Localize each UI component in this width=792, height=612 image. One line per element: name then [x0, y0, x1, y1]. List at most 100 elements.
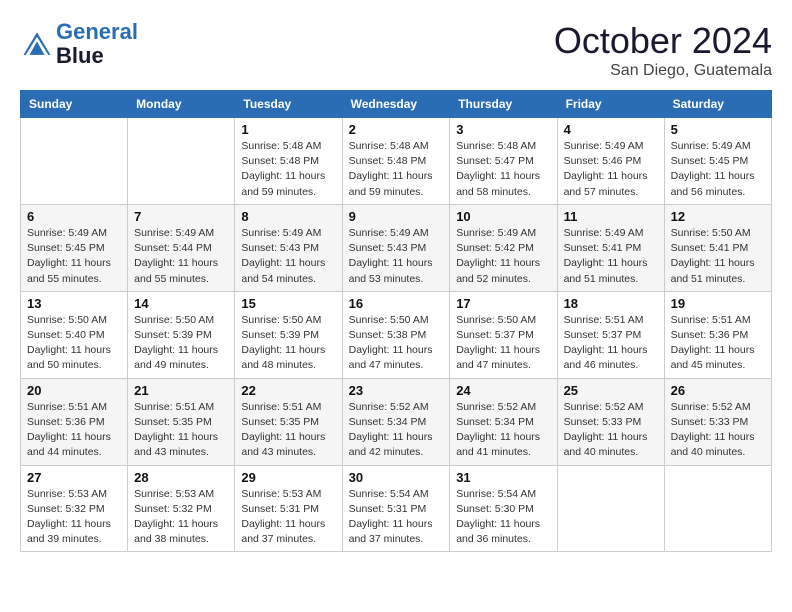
calendar-cell: 20 Sunrise: 5:51 AMSunset: 5:36 PMDaylig…: [21, 378, 128, 465]
day-info: Sunrise: 5:49 AMSunset: 5:44 PMDaylight:…: [134, 226, 228, 287]
calendar-cell: 2 Sunrise: 5:48 AMSunset: 5:48 PMDayligh…: [342, 118, 450, 205]
calendar-cell: 16 Sunrise: 5:50 AMSunset: 5:38 PMDaylig…: [342, 291, 450, 378]
day-number: 31: [456, 470, 550, 485]
day-number: 12: [671, 209, 765, 224]
weekday-header-cell: Sunday: [21, 91, 128, 118]
day-info: Sunrise: 5:48 AMSunset: 5:48 PMDaylight:…: [241, 139, 335, 200]
calendar-cell: 24 Sunrise: 5:52 AMSunset: 5:34 PMDaylig…: [450, 378, 557, 465]
day-number: 22: [241, 383, 335, 398]
day-info: Sunrise: 5:49 AMSunset: 5:42 PMDaylight:…: [456, 226, 550, 287]
day-number: 21: [134, 383, 228, 398]
calendar-cell: 19 Sunrise: 5:51 AMSunset: 5:36 PMDaylig…: [664, 291, 771, 378]
day-number: 1: [241, 122, 335, 137]
title-block: October 2024 San Diego, Guatemala: [554, 20, 772, 80]
location: San Diego, Guatemala: [554, 62, 772, 80]
calendar-cell: 4 Sunrise: 5:49 AMSunset: 5:46 PMDayligh…: [557, 118, 664, 205]
day-number: 28: [134, 470, 228, 485]
weekday-header-row: SundayMondayTuesdayWednesdayThursdayFrid…: [21, 91, 772, 118]
weekday-header-cell: Tuesday: [235, 91, 342, 118]
weekday-header-cell: Friday: [557, 91, 664, 118]
calendar-cell: 9 Sunrise: 5:49 AMSunset: 5:43 PMDayligh…: [342, 204, 450, 291]
calendar-cell: 13 Sunrise: 5:50 AMSunset: 5:40 PMDaylig…: [21, 291, 128, 378]
day-number: 3: [456, 122, 550, 137]
day-number: 16: [349, 296, 444, 311]
calendar-cell: 7 Sunrise: 5:49 AMSunset: 5:44 PMDayligh…: [128, 204, 235, 291]
day-info: Sunrise: 5:50 AMSunset: 5:40 PMDaylight:…: [27, 313, 121, 374]
calendar-cell: 27 Sunrise: 5:53 AMSunset: 5:32 PMDaylig…: [21, 465, 128, 552]
day-number: 27: [27, 470, 121, 485]
calendar-cell: 22 Sunrise: 5:51 AMSunset: 5:35 PMDaylig…: [235, 378, 342, 465]
calendar-week-row: 1 Sunrise: 5:48 AMSunset: 5:48 PMDayligh…: [21, 118, 772, 205]
calendar-cell: [557, 465, 664, 552]
calendar-cell: 15 Sunrise: 5:50 AMSunset: 5:39 PMDaylig…: [235, 291, 342, 378]
calendar-cell: 30 Sunrise: 5:54 AMSunset: 5:31 PMDaylig…: [342, 465, 450, 552]
day-number: 9: [349, 209, 444, 224]
calendar-cell: 28 Sunrise: 5:53 AMSunset: 5:32 PMDaylig…: [128, 465, 235, 552]
day-number: 7: [134, 209, 228, 224]
calendar-cell: 17 Sunrise: 5:50 AMSunset: 5:37 PMDaylig…: [450, 291, 557, 378]
day-number: 26: [671, 383, 765, 398]
day-info: Sunrise: 5:51 AMSunset: 5:36 PMDaylight:…: [671, 313, 765, 374]
calendar-week-row: 27 Sunrise: 5:53 AMSunset: 5:32 PMDaylig…: [21, 465, 772, 552]
day-number: 11: [564, 209, 658, 224]
calendar-cell: 25 Sunrise: 5:52 AMSunset: 5:33 PMDaylig…: [557, 378, 664, 465]
logo-icon: [22, 29, 52, 59]
calendar-week-row: 20 Sunrise: 5:51 AMSunset: 5:36 PMDaylig…: [21, 378, 772, 465]
day-number: 19: [671, 296, 765, 311]
weekday-header-cell: Saturday: [664, 91, 771, 118]
day-info: Sunrise: 5:50 AMSunset: 5:39 PMDaylight:…: [241, 313, 335, 374]
day-number: 18: [564, 296, 658, 311]
day-info: Sunrise: 5:50 AMSunset: 5:39 PMDaylight:…: [134, 313, 228, 374]
calendar-week-row: 6 Sunrise: 5:49 AMSunset: 5:45 PMDayligh…: [21, 204, 772, 291]
calendar-cell: 11 Sunrise: 5:49 AMSunset: 5:41 PMDaylig…: [557, 204, 664, 291]
day-number: 24: [456, 383, 550, 398]
calendar-cell: 18 Sunrise: 5:51 AMSunset: 5:37 PMDaylig…: [557, 291, 664, 378]
calendar-body: 1 Sunrise: 5:48 AMSunset: 5:48 PMDayligh…: [21, 118, 772, 552]
day-number: 23: [349, 383, 444, 398]
calendar-cell: 1 Sunrise: 5:48 AMSunset: 5:48 PMDayligh…: [235, 118, 342, 205]
day-info: Sunrise: 5:53 AMSunset: 5:31 PMDaylight:…: [241, 487, 335, 548]
logo-text: GeneralBlue: [56, 20, 138, 68]
weekday-header-cell: Monday: [128, 91, 235, 118]
day-info: Sunrise: 5:49 AMSunset: 5:43 PMDaylight:…: [241, 226, 335, 287]
day-info: Sunrise: 5:51 AMSunset: 5:37 PMDaylight:…: [564, 313, 658, 374]
calendar-cell: [21, 118, 128, 205]
calendar-cell: 10 Sunrise: 5:49 AMSunset: 5:42 PMDaylig…: [450, 204, 557, 291]
day-number: 4: [564, 122, 658, 137]
day-number: 30: [349, 470, 444, 485]
day-info: Sunrise: 5:48 AMSunset: 5:48 PMDaylight:…: [349, 139, 444, 200]
day-info: Sunrise: 5:51 AMSunset: 5:35 PMDaylight:…: [134, 400, 228, 461]
day-number: 10: [456, 209, 550, 224]
logo: GeneralBlue: [20, 20, 138, 68]
day-info: Sunrise: 5:50 AMSunset: 5:38 PMDaylight:…: [349, 313, 444, 374]
day-info: Sunrise: 5:50 AMSunset: 5:41 PMDaylight:…: [671, 226, 765, 287]
day-info: Sunrise: 5:49 AMSunset: 5:43 PMDaylight:…: [349, 226, 444, 287]
day-info: Sunrise: 5:50 AMSunset: 5:37 PMDaylight:…: [456, 313, 550, 374]
day-info: Sunrise: 5:52 AMSunset: 5:33 PMDaylight:…: [671, 400, 765, 461]
calendar-table: SundayMondayTuesdayWednesdayThursdayFrid…: [20, 90, 772, 552]
calendar-cell: 23 Sunrise: 5:52 AMSunset: 5:34 PMDaylig…: [342, 378, 450, 465]
day-number: 14: [134, 296, 228, 311]
page-header: GeneralBlue October 2024 San Diego, Guat…: [20, 20, 772, 80]
weekday-header-cell: Wednesday: [342, 91, 450, 118]
calendar-cell: 14 Sunrise: 5:50 AMSunset: 5:39 PMDaylig…: [128, 291, 235, 378]
calendar-cell: 31 Sunrise: 5:54 AMSunset: 5:30 PMDaylig…: [450, 465, 557, 552]
calendar-cell: 21 Sunrise: 5:51 AMSunset: 5:35 PMDaylig…: [128, 378, 235, 465]
day-number: 8: [241, 209, 335, 224]
day-number: 29: [241, 470, 335, 485]
day-info: Sunrise: 5:53 AMSunset: 5:32 PMDaylight:…: [134, 487, 228, 548]
day-info: Sunrise: 5:52 AMSunset: 5:33 PMDaylight:…: [564, 400, 658, 461]
calendar-cell: 6 Sunrise: 5:49 AMSunset: 5:45 PMDayligh…: [21, 204, 128, 291]
day-info: Sunrise: 5:51 AMSunset: 5:35 PMDaylight:…: [241, 400, 335, 461]
month-title: October 2024: [554, 20, 772, 62]
day-info: Sunrise: 5:48 AMSunset: 5:47 PMDaylight:…: [456, 139, 550, 200]
calendar-cell: 29 Sunrise: 5:53 AMSunset: 5:31 PMDaylig…: [235, 465, 342, 552]
day-number: 17: [456, 296, 550, 311]
day-number: 6: [27, 209, 121, 224]
day-info: Sunrise: 5:52 AMSunset: 5:34 PMDaylight:…: [456, 400, 550, 461]
day-number: 15: [241, 296, 335, 311]
day-info: Sunrise: 5:52 AMSunset: 5:34 PMDaylight:…: [349, 400, 444, 461]
calendar-cell: 26 Sunrise: 5:52 AMSunset: 5:33 PMDaylig…: [664, 378, 771, 465]
calendar-cell: [664, 465, 771, 552]
day-number: 20: [27, 383, 121, 398]
